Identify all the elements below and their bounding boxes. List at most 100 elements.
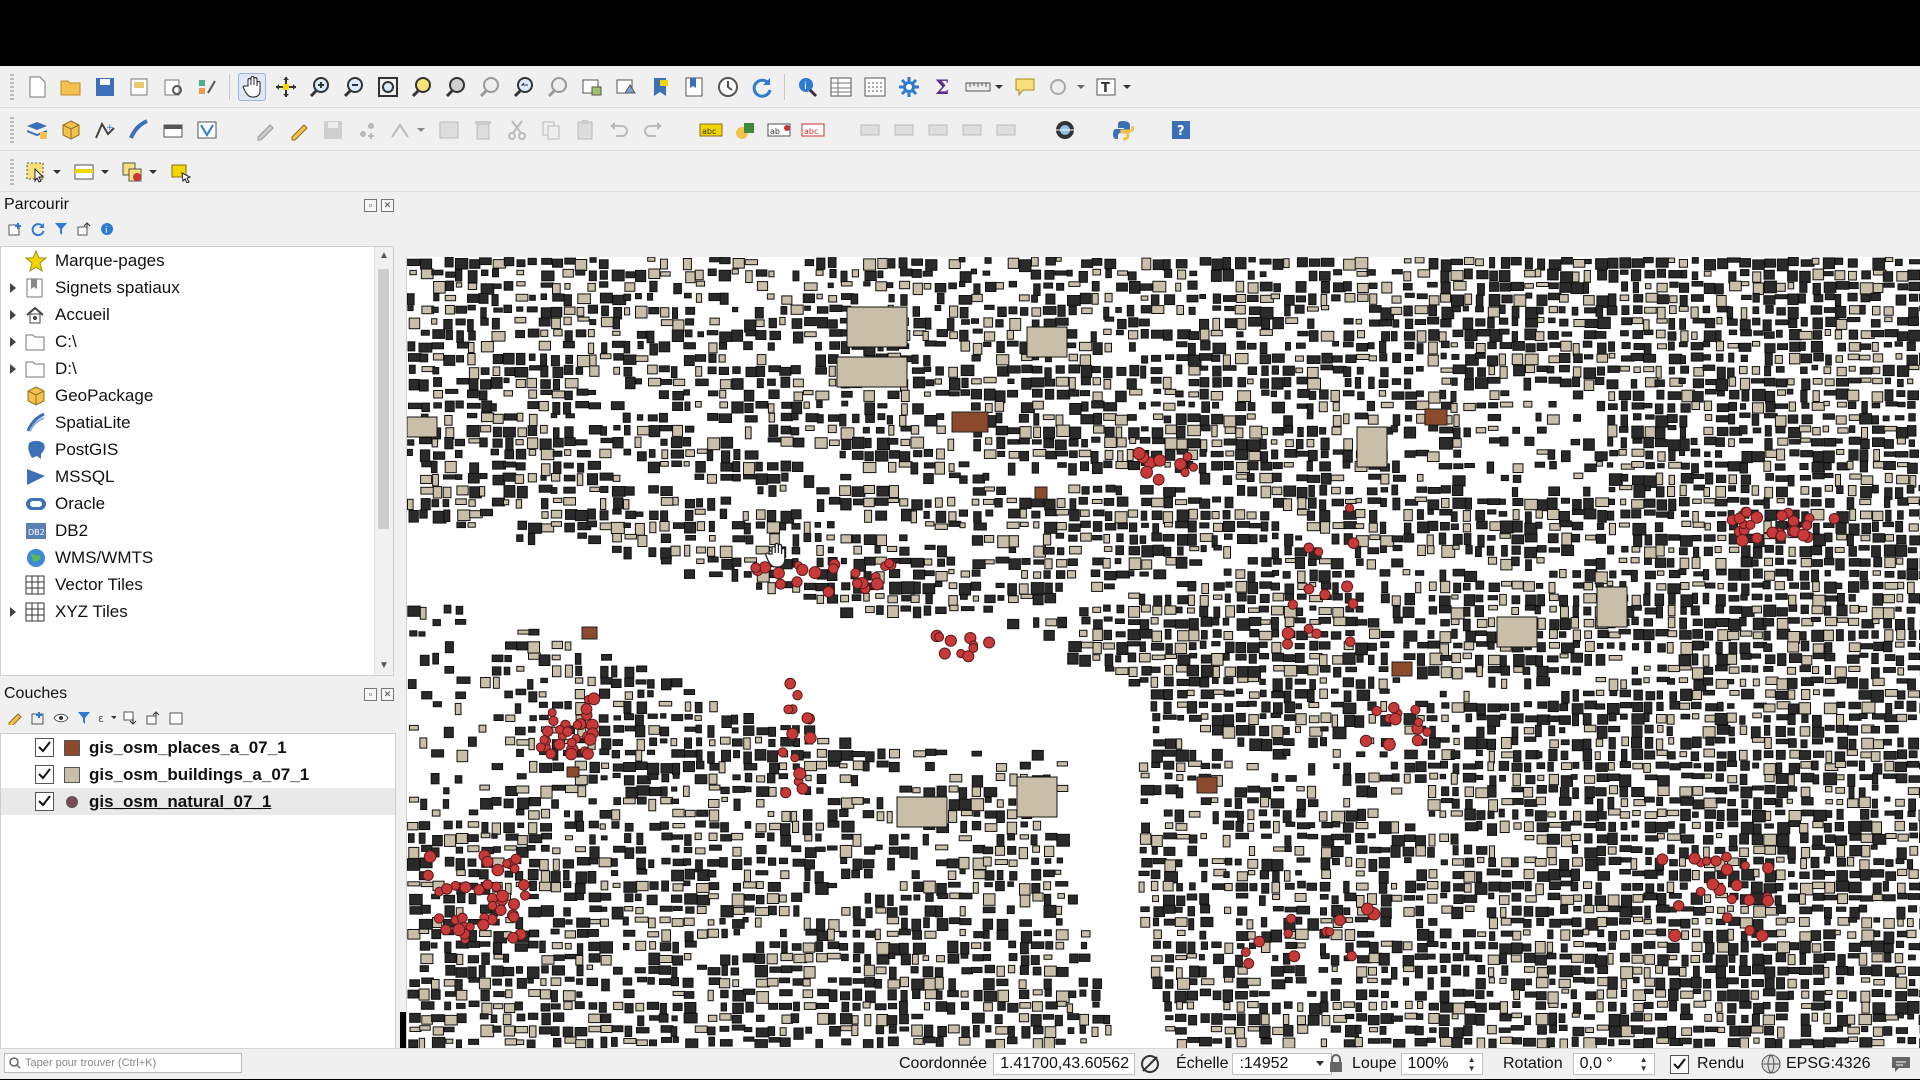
delete-selected-icon[interactable] xyxy=(469,116,497,144)
browser-item[interactable]: Vector Tiles xyxy=(1,571,393,598)
show-spatial-bookmarks-icon[interactable] xyxy=(680,73,708,101)
current-edits-icon[interactable] xyxy=(251,116,279,144)
layout-manager-icon[interactable] xyxy=(159,73,187,101)
expand-arrow-icon[interactable] xyxy=(1,336,25,347)
map-canvas[interactable] xyxy=(406,257,1920,1048)
zoom-last-icon[interactable] xyxy=(510,73,538,101)
save-project-icon[interactable] xyxy=(91,73,119,101)
browser-item[interactable]: SpatiaLite xyxy=(1,409,393,436)
add-feature-icon[interactable] xyxy=(353,116,381,144)
redo-icon[interactable] xyxy=(639,116,667,144)
filter-by-expression-icon[interactable]: ε xyxy=(98,709,116,727)
collapse-all-icon[interactable] xyxy=(75,220,93,238)
save-edits-icon[interactable] xyxy=(319,116,347,144)
layer-item[interactable]: gis_osm_buildings_a_07_1 xyxy=(1,761,395,788)
new-print-layout-icon[interactable] xyxy=(125,73,153,101)
measure-icon[interactable] xyxy=(963,73,1005,101)
new-shapefile-layer-icon[interactable]: + xyxy=(91,116,119,144)
close-panel-icon[interactable]: ✕ xyxy=(381,687,394,701)
scroll-up-icon[interactable]: ▲ xyxy=(375,247,393,265)
filter-legend-icon[interactable] xyxy=(75,709,93,727)
locator-icon[interactable] xyxy=(1045,73,1087,101)
float-panel-icon[interactable]: ▫ xyxy=(364,687,377,701)
copy-features-icon[interactable] xyxy=(537,116,565,144)
rotate-label-icon[interactable] xyxy=(891,116,919,144)
browser-item[interactable]: XYZ Tiles xyxy=(1,598,393,625)
new-project-icon[interactable] xyxy=(23,73,51,101)
pan-to-selection-icon[interactable] xyxy=(272,73,300,101)
expand-arrow-icon[interactable] xyxy=(1,282,25,293)
browser-item[interactable]: C:\ xyxy=(1,328,393,355)
data-source-manager-icon[interactable] xyxy=(23,116,51,144)
vector-tile-layer-icon[interactable] xyxy=(193,116,221,144)
cut-features-icon[interactable] xyxy=(503,116,531,144)
attribute-table-icon[interactable] xyxy=(827,73,855,101)
metasearch-icon[interactable] xyxy=(1051,116,1079,144)
remove-layer-icon[interactable] xyxy=(167,709,185,727)
zoom-next-icon[interactable] xyxy=(544,73,572,101)
field-calculator-icon[interactable] xyxy=(861,73,889,101)
browser-item[interactable]: Signets spatiaux xyxy=(1,274,393,301)
add-selected-layers-icon[interactable] xyxy=(6,220,24,238)
layer-item[interactable]: gis_osm_natural_07_1 xyxy=(1,788,395,815)
pan-map-icon[interactable] xyxy=(238,72,266,101)
help-icon[interactable]: ? xyxy=(1167,116,1195,144)
show-hide-labels-icon[interactable]: abc xyxy=(799,116,827,144)
close-panel-icon[interactable]: ✕ xyxy=(381,198,394,212)
new-3d-map-view-icon[interactable] xyxy=(612,73,640,101)
new-map-view-icon[interactable] xyxy=(578,73,606,101)
browser-item[interactable]: Oracle xyxy=(1,490,393,517)
select-by-value-icon[interactable] xyxy=(71,158,113,186)
statistical-summary-icon[interactable]: Σ xyxy=(929,73,957,101)
move-diagram-icon[interactable] xyxy=(993,116,1021,144)
expand-arrow-icon[interactable] xyxy=(1,606,25,617)
layer-visibility-checkbox[interactable] xyxy=(35,738,54,757)
zoom-in-icon[interactable] xyxy=(306,73,334,101)
label-properties-icon[interactable] xyxy=(959,116,987,144)
collapse-all-icon[interactable] xyxy=(144,709,162,727)
identify-features-icon[interactable]: i xyxy=(793,73,821,101)
browser-item[interactable]: MSSQL xyxy=(1,463,393,490)
toggle-editing-icon[interactable] xyxy=(285,116,313,144)
open-project-icon[interactable] xyxy=(57,73,85,101)
select-location-icon[interactable] xyxy=(167,158,195,186)
browser-item[interactable]: D:\ xyxy=(1,355,393,382)
processing-toolbox-icon[interactable] xyxy=(895,73,923,101)
browser-item[interactable]: PostGIS xyxy=(1,436,393,463)
browser-item[interactable]: WMS/WMTS xyxy=(1,544,393,571)
browser-item[interactable]: DB2 DB2 xyxy=(1,517,393,544)
expand-arrow-icon[interactable] xyxy=(1,363,25,374)
text-annotation-icon[interactable]: T xyxy=(1093,73,1135,101)
paste-features-icon[interactable] xyxy=(571,116,599,144)
browser-item[interactable]: Marque-pages xyxy=(1,247,393,274)
new-spatialite-layer-icon[interactable] xyxy=(125,116,153,144)
zoom-to-layer-icon[interactable] xyxy=(442,73,470,101)
new-geopackage-layer-icon[interactable] xyxy=(57,116,85,144)
scroll-thumb[interactable] xyxy=(378,269,389,529)
new-spatial-bookmark-icon[interactable] xyxy=(646,73,674,101)
layer-visibility-checkbox[interactable] xyxy=(35,792,54,811)
zoom-full-icon[interactable] xyxy=(374,73,402,101)
browser-item[interactable]: GeoPackage xyxy=(1,382,393,409)
refresh-icon[interactable] xyxy=(748,73,776,101)
move-label-icon[interactable] xyxy=(857,116,885,144)
undo-icon[interactable] xyxy=(605,116,633,144)
toolbar-grip[interactable] xyxy=(10,158,14,185)
select-features-icon[interactable] xyxy=(23,158,65,186)
scroll-down-icon[interactable]: ▼ xyxy=(375,657,393,675)
browser-scrollbar[interactable]: ▲ ▼ xyxy=(374,247,393,675)
pin-labels-icon[interactable]: ab xyxy=(765,116,793,144)
zoom-to-selection-icon[interactable] xyxy=(408,73,436,101)
style-manager-icon[interactable] xyxy=(193,73,221,101)
browser-item[interactable]: Accueil xyxy=(1,301,393,328)
layer-visibility-checkbox[interactable] xyxy=(35,765,54,784)
add-group-icon[interactable] xyxy=(29,709,47,727)
modify-attributes-icon[interactable] xyxy=(435,116,463,144)
properties-icon[interactable]: i xyxy=(98,220,116,238)
diagram-properties-icon[interactable] xyxy=(731,116,759,144)
expand-arrow-icon[interactable] xyxy=(1,309,25,320)
toolbar-grip[interactable] xyxy=(10,73,14,100)
open-layer-styling-icon[interactable] xyxy=(6,709,24,727)
toolbar-grip[interactable] xyxy=(10,116,14,143)
python-console-icon[interactable] xyxy=(1109,116,1137,144)
